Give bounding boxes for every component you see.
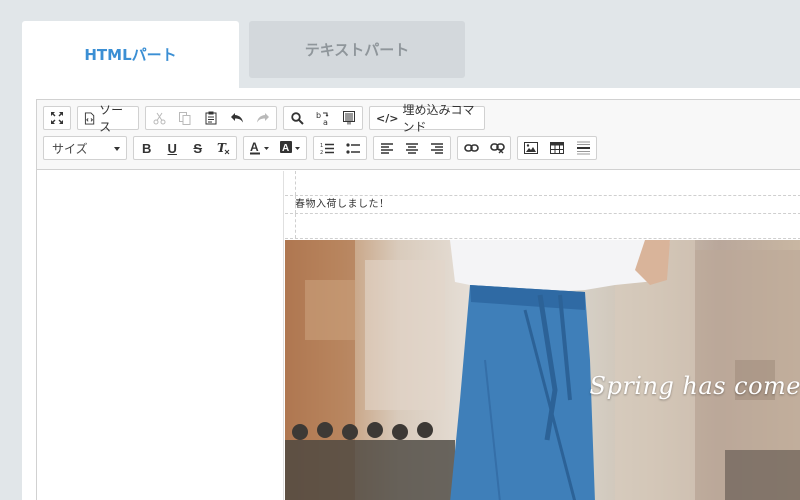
bulleted-list-icon: [346, 142, 360, 154]
numbered-list-icon: 1 2: [320, 143, 334, 155]
source-button[interactable]: ソース: [78, 103, 138, 134]
tab-text-part[interactable]: テキストパート: [249, 21, 465, 78]
paste-button[interactable]: [198, 107, 224, 129]
insert-table-button[interactable]: [544, 137, 570, 159]
tab-text-part-label: テキストパート: [304, 41, 410, 59]
bold-button[interactable]: B: [134, 137, 160, 159]
size-select-label: サイズ: [52, 141, 88, 156]
svg-text:b: b: [316, 111, 321, 120]
content-text-block[interactable]: 春物入荷しました！: [285, 196, 800, 214]
background-color-button[interactable]: A: [276, 137, 306, 159]
source-button-label: ソース: [99, 103, 124, 134]
editor-content[interactable]: 春物入荷しました！ Spring has come: [37, 171, 800, 500]
toolbar-group-embed: </> 埋め込みコマンド: [369, 103, 485, 134]
toolbar-group-clipboard: [145, 106, 277, 130]
editor-toolbar: ソース b a </> 埋め込みコマンド サイズ B U S T A A 1 2: [37, 100, 800, 170]
svg-text:A: A: [282, 143, 289, 154]
find-button[interactable]: [284, 107, 310, 129]
toolbar-group-maximize: [43, 106, 71, 130]
select-all-button[interactable]: [336, 107, 362, 129]
maximize-icon: [51, 112, 63, 124]
toolbar-group-source: ソース: [77, 103, 139, 134]
content-block-spacer-top[interactable]: [285, 171, 800, 196]
tab-html-part-label: HTMLパート: [84, 46, 177, 64]
toolbar-group-format: B U S T: [133, 136, 237, 160]
undo-icon: [231, 113, 243, 123]
align-center-button[interactable]: [399, 137, 424, 159]
align-right-button[interactable]: [425, 137, 450, 159]
tab-html-part[interactable]: HTMLパート: [22, 21, 239, 88]
text-color-icon: A: [250, 141, 269, 155]
align-left-button[interactable]: [374, 137, 399, 159]
select-all-icon: [343, 111, 355, 125]
link-button[interactable]: [458, 137, 484, 159]
strikethrough-icon: S: [193, 140, 203, 156]
toolbar-group-lists: 1 2: [313, 136, 367, 160]
redo-icon: [257, 113, 269, 123]
text-color-button[interactable]: A: [244, 137, 276, 159]
unlink-icon: [489, 143, 505, 154]
copy-icon: [179, 111, 191, 125]
image-icon: [524, 142, 538, 154]
content-text-line: 春物入荷しました！: [295, 199, 390, 210]
copy-button[interactable]: [172, 107, 198, 129]
toolbar-group-insert: [517, 136, 597, 160]
editor-panel: ソース b a </> 埋め込みコマンド サイズ B U S T A A 1 2…: [22, 88, 800, 500]
clipboard-icon: [205, 111, 217, 125]
horizontal-rule-icon: [576, 141, 590, 155]
bulleted-list-button[interactable]: [340, 137, 366, 159]
table-icon: [550, 142, 564, 154]
maximize-button[interactable]: [44, 107, 70, 129]
toolbar-group-find: b a: [283, 106, 363, 130]
numbered-list-button[interactable]: 1 2: [314, 137, 340, 159]
toolbar-group-color: A A: [243, 136, 307, 160]
hero-photo: [285, 240, 800, 500]
underline-icon: U: [167, 140, 177, 156]
cut-button[interactable]: [146, 107, 172, 129]
align-right-icon: [431, 142, 444, 154]
horizontal-rule-button[interactable]: [570, 137, 596, 159]
chevron-down-icon: [114, 147, 120, 151]
bold-icon: B: [142, 140, 152, 156]
svg-text:a: a: [323, 118, 328, 126]
content-block-spacer-bottom[interactable]: [285, 214, 800, 239]
source-file-icon: [84, 111, 95, 125]
code-icon: </>: [376, 111, 399, 125]
undo-button[interactable]: [224, 107, 250, 129]
magnifier-icon: [290, 111, 304, 125]
hero-image[interactable]: Spring has come: [285, 240, 800, 500]
toolbar-group-links: [457, 136, 511, 160]
scissors-icon: [153, 112, 165, 124]
embed-command-button[interactable]: </> 埋め込みコマンド: [370, 103, 484, 134]
insert-image-button[interactable]: [518, 137, 544, 159]
replace-icon: b a: [316, 111, 329, 126]
svg-text:1: 1: [320, 143, 323, 149]
embed-command-label: 埋め込みコマンド: [402, 103, 475, 134]
strikethrough-button[interactable]: S: [185, 137, 211, 159]
align-left-icon: [380, 142, 393, 154]
align-center-icon: [405, 142, 418, 154]
content-left-column: [37, 171, 284, 500]
hero-overlay-text: Spring has come: [589, 372, 800, 400]
link-icon: [463, 144, 479, 152]
remove-format-icon: T: [217, 142, 230, 155]
background-color-icon: A: [280, 141, 300, 154]
underline-button[interactable]: U: [160, 137, 186, 159]
replace-button[interactable]: b a: [310, 107, 336, 129]
unlink-button[interactable]: [484, 137, 510, 159]
rich-text-editor: ソース b a </> 埋め込みコマンド サイズ B U S T A A 1 2…: [36, 99, 800, 500]
svg-text:2: 2: [320, 150, 323, 155]
remove-format-button[interactable]: T: [211, 137, 237, 159]
svg-text:A: A: [250, 141, 259, 154]
redo-button[interactable]: [250, 107, 276, 129]
toolbar-group-align: [373, 136, 451, 160]
size-select[interactable]: サイズ: [43, 136, 127, 160]
